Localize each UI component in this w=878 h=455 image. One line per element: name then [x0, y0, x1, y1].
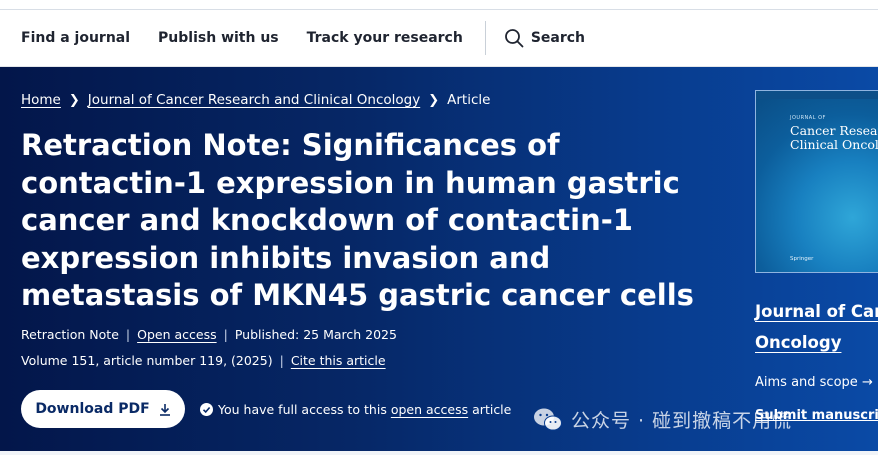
wechat-watermark: 公众号 · 碰到撤稿不用慌	[533, 406, 792, 433]
journal-title-link[interactable]: Journal of Canc Oncology	[755, 296, 878, 358]
cover-title-line-2: Clinical Oncology	[790, 137, 878, 152]
track-research-link[interactable]: Track your research	[307, 30, 463, 46]
chevron-right-icon: ❯	[428, 92, 440, 108]
search-icon	[504, 29, 524, 48]
meta-divider: |	[125, 327, 131, 342]
cover-small-text: JOURNAL OF	[790, 115, 826, 121]
search-button[interactable]: Search	[504, 28, 585, 48]
cover-header-band	[756, 91, 878, 99]
journal-title-line-1: Journal of Canc	[755, 302, 878, 321]
breadcrumb: Home ❯ Journal of Cancer Research and Cl…	[21, 92, 490, 108]
open-access-link[interactable]: Open access	[137, 327, 216, 342]
article-meta: Retraction Note | Open access | Published: 2…	[21, 327, 397, 342]
access-suffix: article	[472, 402, 512, 417]
publish-with-us-link[interactable]: Publish with us	[158, 30, 279, 46]
top-navigation: Find a journal Publish with us Track you…	[0, 10, 878, 67]
breadcrumb-current: Article	[447, 92, 491, 108]
wechat-icon	[534, 408, 562, 430]
download-icon	[159, 403, 170, 416]
published-date: Published: 25 March 2025	[234, 327, 397, 342]
aims-scope-label: Aims and scope	[755, 375, 858, 390]
cover-title-line-1: Cancer Research	[790, 123, 878, 138]
access-notice: You have full access to this open access…	[200, 402, 511, 417]
bottom-border	[0, 451, 878, 455]
access-prefix: You have full access to this	[218, 402, 387, 417]
watermark-text: 公众号 · 碰到撤稿不用慌	[571, 410, 793, 432]
journal-cover[interactable]: JOURNAL OF Cancer Research Clinical Onco…	[755, 90, 878, 273]
check-circle-icon	[200, 403, 213, 416]
cite-article-link[interactable]: Cite this article	[291, 353, 386, 368]
meta-divider: |	[279, 353, 284, 368]
breadcrumb-home[interactable]: Home	[21, 92, 61, 108]
article-title: Retraction Note: Significances of contac…	[21, 128, 694, 312]
article-citation-info: Volume 151, article number 119, (2025) | C…	[21, 353, 386, 368]
download-pdf-label: Download PDF	[35, 401, 150, 417]
article-header: Home ❯ Journal of Cancer Research and Cl…	[0, 67, 878, 451]
find-journal-link[interactable]: Find a journal	[21, 30, 130, 46]
chevron-right-icon: ❯	[68, 92, 80, 108]
cover-publisher: Springer	[790, 256, 814, 262]
download-pdf-button[interactable]: Download PDF	[21, 390, 185, 428]
search-label: Search	[530, 30, 586, 46]
nav-divider	[484, 21, 486, 55]
article-type: Retraction Note	[21, 327, 119, 342]
access-open-access-link[interactable]: open access	[391, 402, 468, 417]
aims-scope-link[interactable]: Aims and scope →	[755, 375, 873, 390]
breadcrumb-journal[interactable]: Journal of Cancer Research and Clinical …	[88, 92, 420, 108]
arrow-right-icon: →	[861, 375, 873, 390]
journal-title-line-2: Oncology	[755, 333, 842, 352]
meta-divider: |	[223, 327, 228, 342]
cover-title: Cancer Research Clinical Oncology	[790, 124, 878, 152]
volume-info: Volume 151, article number 119, (2025)	[21, 353, 273, 368]
